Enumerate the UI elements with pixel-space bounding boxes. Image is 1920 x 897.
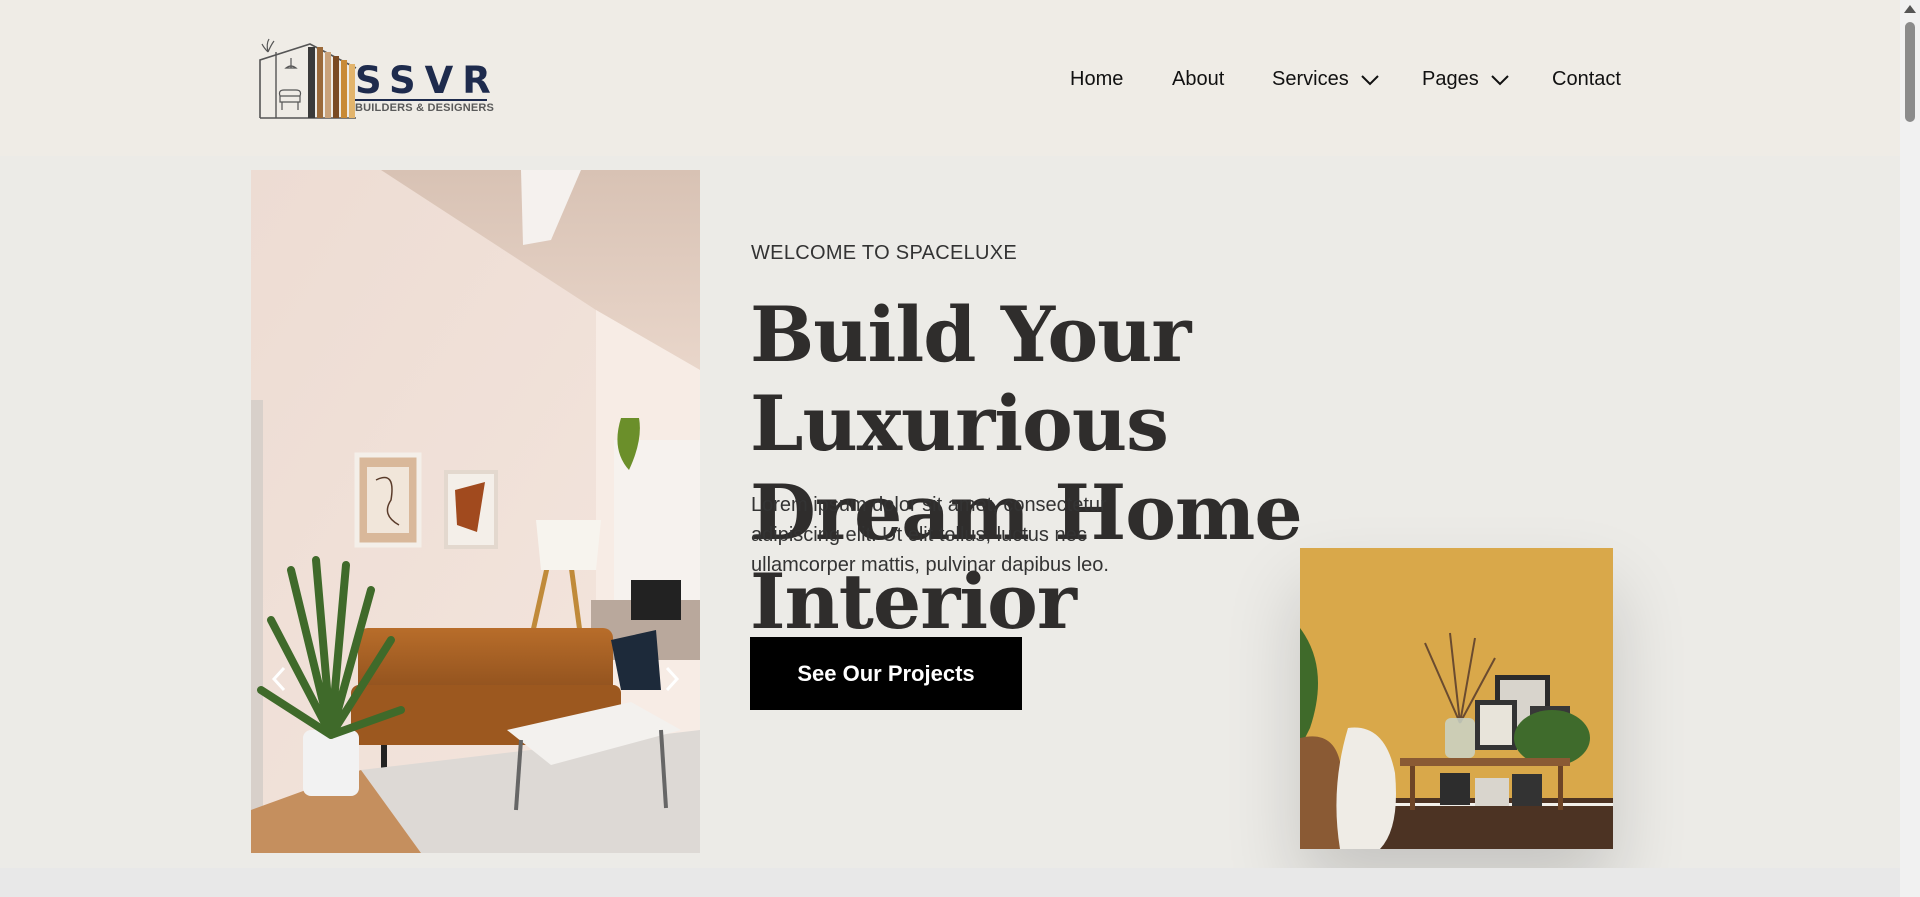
hero-secondary-image [1300, 548, 1613, 849]
nav-label-home: Home [1070, 68, 1124, 90]
slider-prev-button[interactable] [271, 666, 287, 698]
living-room-photo [251, 170, 700, 853]
logo-divider [355, 99, 487, 101]
page-scrollbar[interactable] [1900, 0, 1920, 897]
site-header: SSVR BUILDERS & DESIGNERS Home About Ser… [0, 0, 1900, 156]
nav-item-home[interactable]: Home [1070, 66, 1123, 92]
nav-label-services: Services [1272, 68, 1349, 90]
chevron-left-icon [271, 666, 286, 692]
hero-eyebrow: WELCOME TO SPACELUXE [751, 242, 1018, 264]
yellow-wall-decor-photo [1300, 548, 1613, 849]
hero-headline-line1: Build Your Luxurious [750, 290, 1191, 468]
nav-label-contact: Contact [1552, 68, 1621, 90]
nav-item-about[interactable]: About [1172, 66, 1224, 92]
chevron-down-icon [1491, 75, 1509, 86]
hero-description: Lorem ipsum dolor sit amet, consectetur … [751, 494, 1109, 576]
chevron-down-icon [1361, 75, 1379, 86]
see-projects-button[interactable]: See Our Projects [750, 637, 1022, 710]
hero-image-slider[interactable] [251, 170, 700, 853]
slider-next-button[interactable] [664, 666, 680, 698]
brand-tagline: BUILDERS & DESIGNERS [355, 102, 495, 114]
nav-item-services[interactable]: Services [1272, 66, 1380, 92]
nav-label-about: About [1172, 68, 1225, 90]
nav-item-pages[interactable]: Pages [1422, 66, 1510, 92]
chevron-right-icon [665, 666, 680, 692]
next-section-edge [0, 868, 1900, 897]
nav-item-contact[interactable]: Contact [1552, 66, 1621, 92]
nav-label-pages: Pages [1422, 68, 1479, 90]
scroll-up-arrow-icon[interactable] [1904, 5, 1916, 13]
scrollbar-thumb[interactable] [1905, 22, 1915, 122]
main-nav: Home About Services Pages Contact [0, 66, 1900, 96]
